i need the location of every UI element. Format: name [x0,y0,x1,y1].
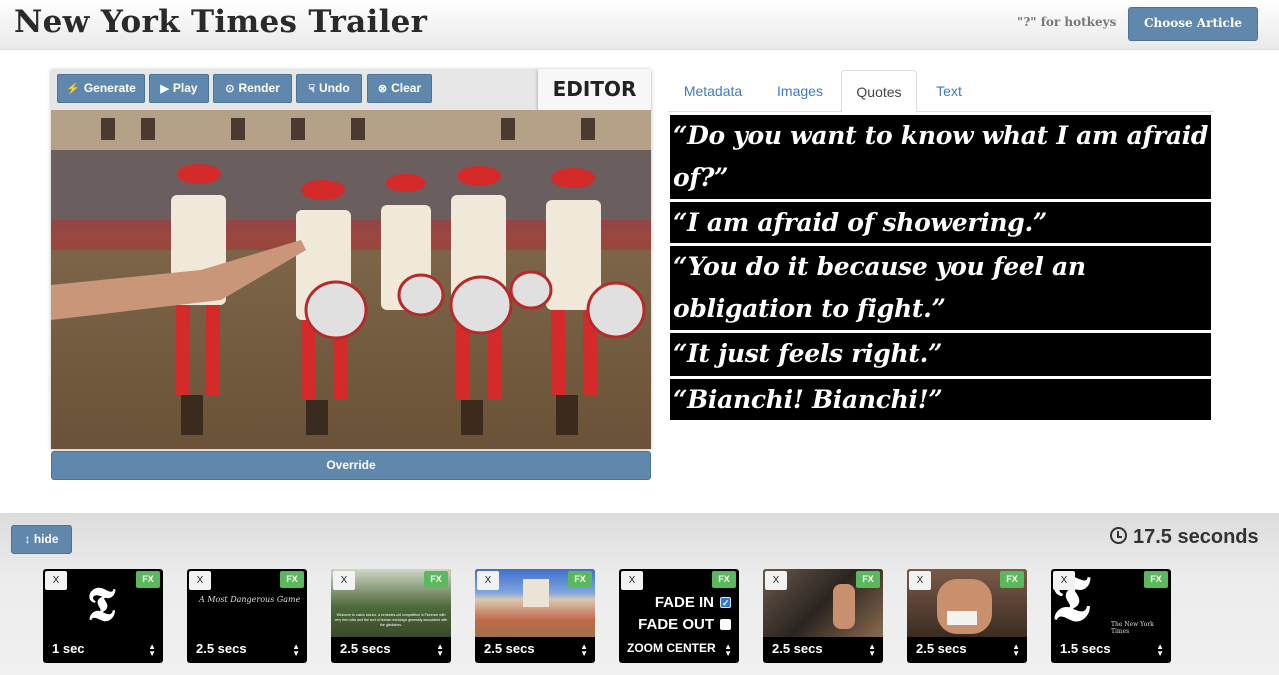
clip-caption: Welcome to calcio storico, a centuries-o… [334,613,448,627]
duration-stepper[interactable]: ▲ ▼ [148,643,156,658]
fade-out-label: FADE OUT [638,616,714,633]
remove-clip-button[interactable]: X [477,571,499,590]
generate-label: Generate [83,81,136,95]
play-label: Play [172,81,198,95]
clip-duration: 2.5 secs [916,641,967,656]
clip-duration: 1.5 secs [1060,641,1111,656]
clip-duration: 2.5 secs [772,641,823,656]
generate-button[interactable]: ⚡ Generate [57,74,145,103]
tab-quotes[interactable]: Quotes [841,70,917,113]
app-header: New York Times Trailer "?" for hotkeys C… [0,0,1279,50]
fx-button[interactable]: FX [568,571,592,588]
tab-metadata[interactable]: Metadata [668,70,758,112]
clip-duration: 1 sec [52,641,85,656]
timeline-clip-fx-options[interactable]: X FX FADE IN FADE OUT ZOOM CENTER ▲▼ [619,569,739,663]
bandage-shape [947,611,977,625]
fighter-shape [833,584,855,629]
hide-label: hide [33,532,59,546]
hide-timeline-button[interactable]: ↕ hide [11,525,72,554]
remove-clip-button[interactable]: X [621,571,643,590]
remove-clip-button[interactable]: X [189,571,211,590]
tab-text[interactable]: Text [920,70,978,112]
undo-label: Undo [319,81,350,95]
quote-item[interactable]: “I am afraid of showering.” [670,202,1211,243]
timeline-clip[interactable]: X FX 2.5 secs ▲ ▼ [475,569,595,663]
fx-button[interactable]: FX [856,571,880,588]
clip-duration: 2.5 secs [340,641,391,656]
zoom-label: ZOOM CENTER [627,641,716,655]
timeline-clip[interactable]: 𝕿 The New York Times X FX 1.5 secs ▲ ▼ [1051,569,1171,663]
fx-button[interactable]: FX [1000,571,1024,588]
remove-clip-button[interactable]: X [333,571,355,590]
duration-stepper[interactable]: ▲ ▼ [868,643,876,658]
timeline-clip[interactable]: 𝕿 X FX 1 sec ▲ ▼ [43,569,163,663]
total-duration: 17.5 seconds [1110,526,1259,549]
quote-item[interactable]: “You do it because you feel an obligatio… [670,246,1211,330]
duration-stepper[interactable]: ▲ ▼ [436,643,444,658]
preview-image [51,110,651,449]
duration-stepper[interactable]: ▲ ▼ [292,643,300,658]
quote-item[interactable]: “It just feels right.” [670,333,1211,376]
nyt-logo-icon: 𝕿 [87,577,116,631]
fade-in-option[interactable]: FADE IN [655,593,731,613]
editor-panel: ⚡ Generate ▶ Play ⊙ Render ☟ Undo ⊗ Clear EDI… [51,69,651,449]
clip-duration: 2.5 secs [196,641,247,656]
clear-icon: ⊗ [377,83,388,95]
timeline-clip[interactable]: Welcome to calcio storico, a centuries-o… [331,569,451,663]
fade-in-checkbox[interactable] [720,593,731,613]
fx-button[interactable]: FX [1144,571,1168,588]
fx-button[interactable]: FX [280,571,304,588]
remove-clip-button[interactable]: X [909,571,931,590]
tab-images[interactable]: Images [762,70,838,112]
church-shape [523,579,549,607]
play-button[interactable]: ▶ Play [149,74,209,103]
zoom-select[interactable]: ZOOM CENTER [627,641,716,655]
fx-button[interactable]: FX [424,571,448,588]
hotkeys-hint: "?" for hotkeys [1017,15,1117,29]
choose-article-button[interactable]: Choose Article [1128,7,1258,41]
render-label: Render [238,81,280,95]
remove-clip-button[interactable]: X [45,571,67,590]
clear-label: Clear [391,81,422,95]
fx-button[interactable]: FX [136,571,160,588]
override-button[interactable]: Override [51,451,651,480]
editor-label: EDITOR [538,69,651,110]
quote-item[interactable]: “Do you want to know what I am afraid of… [670,115,1211,199]
quote-item[interactable]: “Bianchi! Bianchi!” [670,379,1211,420]
clock-icon [1110,527,1127,544]
lightning-icon: ⚡ [66,83,80,95]
content-tabs: Metadata Images Quotes Text [668,70,1214,113]
total-duration-label: 17.5 seconds [1133,526,1259,548]
fade-out-checkbox[interactable] [720,619,731,630]
remove-clip-button[interactable]: X [1053,571,1075,590]
zoom-stepper[interactable]: ▲ ▼ [724,643,732,658]
fx-button[interactable]: FX [712,571,736,588]
clip-duration: 2.5 secs [484,641,535,656]
fighter-shape [937,579,992,634]
timeline-clip[interactable]: X FX 2.5 secs ▲ ▼ [907,569,1027,663]
undo-button[interactable]: ☟ Undo [296,74,362,103]
timeline-clip[interactable]: X FX 2.5 secs ▲ ▼ [763,569,883,663]
clip-caption: The New York Times [1111,621,1154,635]
fade-in-label: FADE IN [654,594,714,611]
app-title: New York Times Trailer [14,4,428,40]
resize-vertical-icon: ↕ [24,532,31,546]
remove-clip-button[interactable]: X [765,571,787,590]
fade-out-option[interactable]: FADE OUT [638,615,731,635]
duration-stepper[interactable]: ▲ ▼ [1156,643,1164,658]
clip-caption: A Most Dangerous Game [199,595,301,604]
clear-button[interactable]: ⊗ Clear [367,74,432,103]
thumbs-down-icon: ☟ [308,83,316,95]
render-button[interactable]: ⊙ Render [213,74,292,103]
play-icon: ▶ [160,83,169,95]
render-icon: ⊙ [225,83,235,95]
timeline-panel: ↕ hide 17.5 seconds 𝕿 X FX 1 sec ▲ ▼ A Mo… [0,513,1279,675]
duration-stepper[interactable]: ▲ ▼ [580,643,588,658]
duration-stepper[interactable]: ▲ ▼ [1012,643,1020,658]
timeline-clip[interactable]: A Most Dangerous Game X FX 2.5 secs ▲ ▼ [187,569,307,663]
